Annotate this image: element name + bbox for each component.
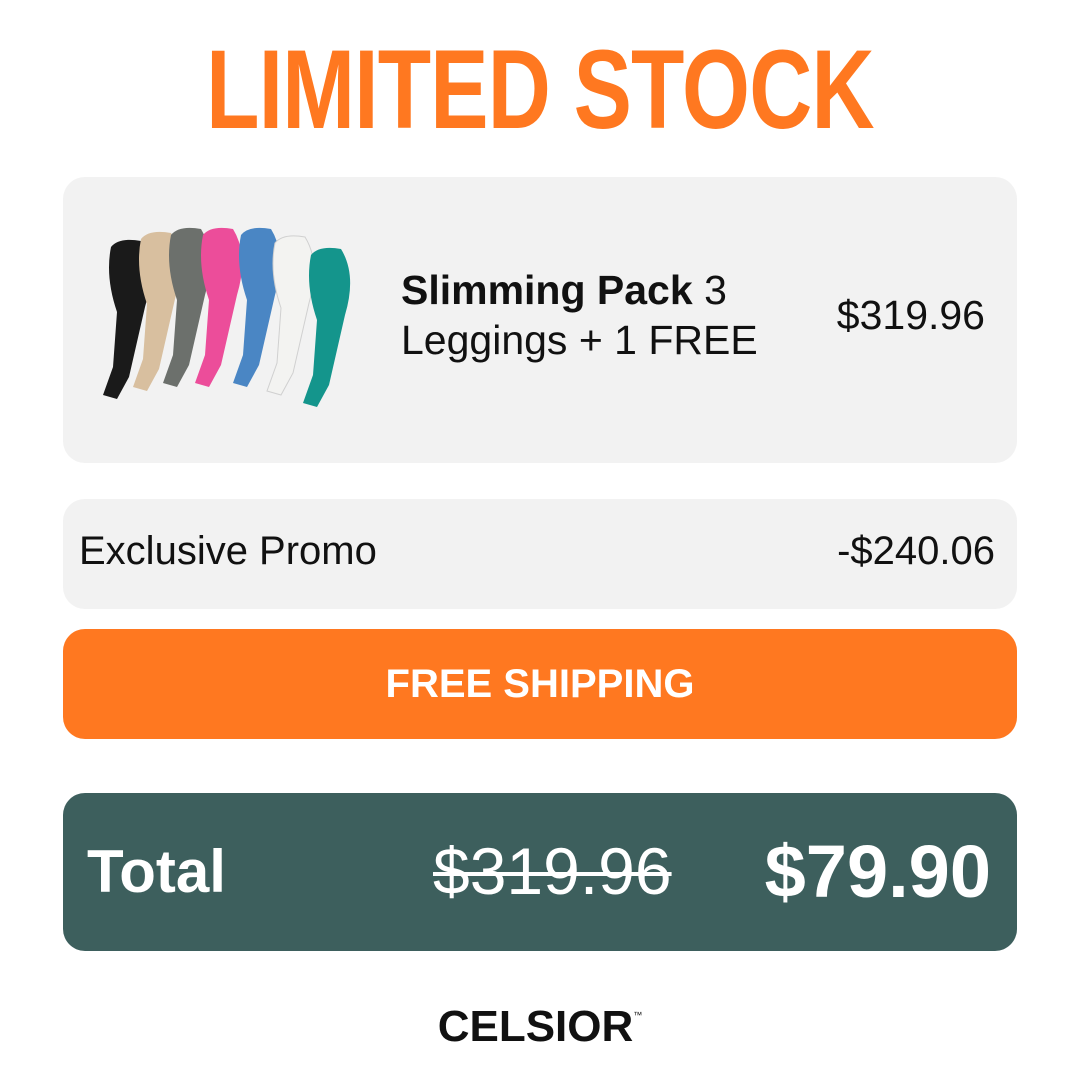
product-card: Slimming Pack 3 Leggings + 1 FREE $319.9… [63, 177, 1017, 463]
new-price: $79.90 [764, 830, 991, 913]
old-price: $319.96 [433, 834, 672, 908]
legging-shape [233, 227, 281, 387]
legging-shape [266, 235, 315, 396]
brand-tm: ™ [633, 1010, 643, 1020]
free-shipping-button[interactable]: FREE SHIPPING [63, 629, 1017, 739]
legging-shape [303, 247, 351, 407]
brand-name: CELSIOR [437, 1002, 634, 1051]
promo-label: Exclusive Promo [79, 529, 377, 573]
headline: LIMITED STOCK [206, 27, 874, 152]
leggings-image [103, 227, 351, 407]
product-name-bold: Slimming Pack [401, 267, 693, 313]
promo-card: Exclusive Promo -$240.06 [63, 499, 1017, 609]
promo-value: -$240.06 [837, 529, 995, 573]
total-label: Total [87, 838, 226, 905]
product-name: Slimming Pack 3 Leggings + 1 FREE [401, 265, 801, 365]
brand-logo: CELSIOR™ [0, 1002, 1080, 1052]
product-price: $319.96 [836, 292, 985, 338]
total-card: Total $319.96 $79.90 [63, 793, 1017, 951]
